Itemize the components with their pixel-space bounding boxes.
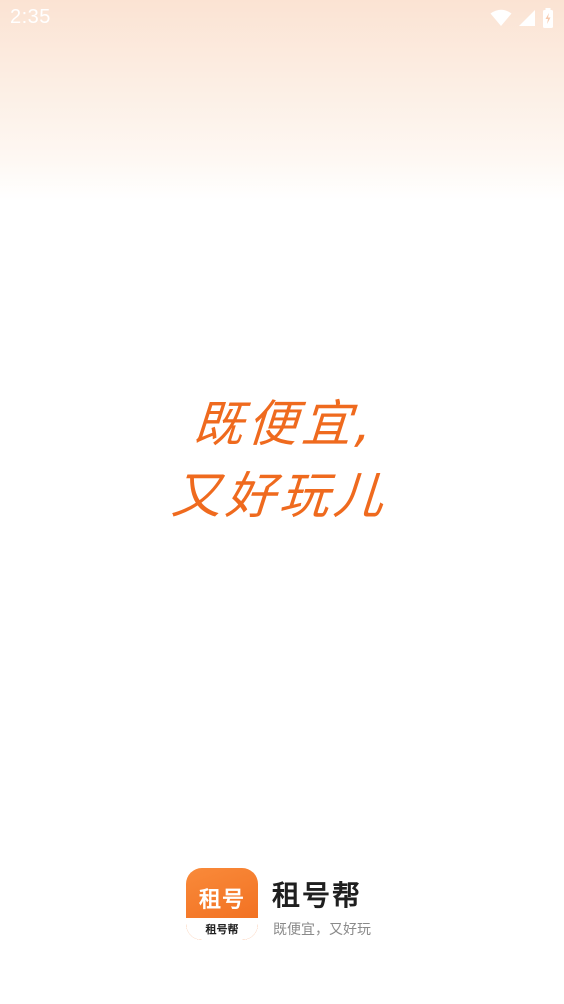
- slogan-line-1: 既便宜,: [191, 395, 378, 453]
- app-tagline: 既便宜，又好玩: [273, 922, 371, 938]
- status-time: 2:35: [10, 6, 51, 28]
- app-logo-subtext: 租号帮: [205, 923, 239, 936]
- app-logo-text: 租号: [198, 888, 245, 913]
- app-name: 租号帮: [272, 879, 363, 912]
- cellular-signal-icon: [518, 9, 536, 27]
- splash-screen: 2:35 既便宜, 又好玩儿 租号 租号帮 租号帮 既便宜，又好玩: [0, 0, 564, 1004]
- slogan-line-2: 又好玩儿: [169, 467, 390, 525]
- status-icons: [490, 8, 554, 28]
- slogan: 既便宜, 又好玩儿: [0, 388, 564, 532]
- wifi-icon: [490, 9, 512, 27]
- brand-block: 租号 租号帮 租号帮 既便宜，又好玩: [186, 866, 386, 942]
- status-bar: 2:35: [0, 0, 564, 36]
- app-logo-band: 租号帮: [186, 918, 258, 940]
- battery-charging-icon: [542, 8, 554, 28]
- app-logo-icon: 租号 租号帮: [186, 868, 258, 940]
